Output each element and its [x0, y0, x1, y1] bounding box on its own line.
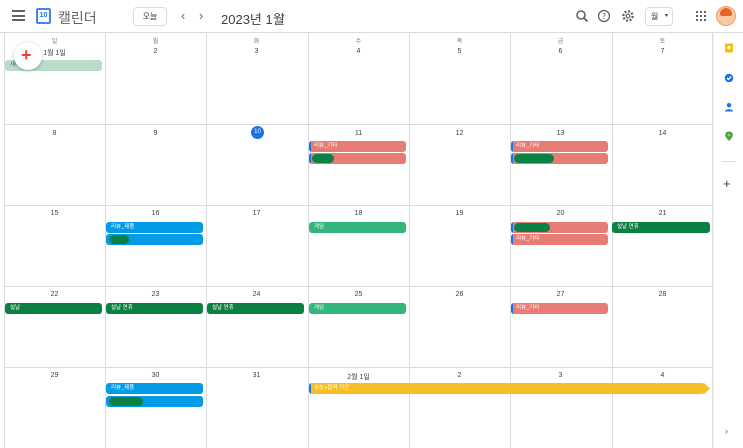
contacts-icon[interactable] — [724, 102, 734, 112]
grid-line — [4, 124, 713, 125]
side-divider — [722, 161, 736, 162]
day-number[interactable]: 3 — [510, 372, 611, 379]
event-chip[interactable]: 설날 연휴 — [207, 303, 304, 314]
weekday-mon: 월 — [152, 39, 159, 45]
app-name[interactable]: 캘린더 — [58, 8, 97, 28]
event-chip[interactable]: 리뷰_기타 — [511, 234, 608, 245]
event-chip-redacted[interactable] — [511, 222, 608, 233]
day-number[interactable]: 17 — [206, 210, 307, 217]
day-number[interactable]: 6 — [510, 48, 611, 55]
event-chip[interactable]: 설날 연휴 — [106, 303, 203, 314]
month-caret-icon[interactable]: ▾ — [281, 12, 285, 20]
event-chip[interactable]: 설날 — [5, 303, 102, 314]
grid-line — [4, 205, 713, 206]
get-addons-plus-icon[interactable]: + — [723, 176, 731, 191]
event-chip[interactable]: 리뷰_기타 — [309, 141, 406, 152]
create-event-button[interactable]: + — [14, 42, 42, 70]
event-chip-redacted[interactable] — [309, 153, 406, 164]
day-number[interactable]: 4 — [612, 372, 713, 379]
event-chip-redacted[interactable] — [106, 396, 203, 407]
day-number[interactable]: 23 — [105, 291, 206, 298]
event-continues-arrow-icon — [704, 383, 710, 394]
account-avatar[interactable] — [716, 6, 736, 26]
settings-gear-icon[interactable] — [621, 9, 635, 23]
side-panel: + › — [713, 33, 743, 448]
day-number[interactable]: 30 — [105, 372, 206, 379]
day-number[interactable]: 25 — [308, 291, 409, 298]
event-chip[interactable]: 수능+합격 기간 — [309, 383, 705, 394]
view-caret-icon: ▾ — [664, 13, 668, 19]
grid-line — [4, 286, 713, 287]
prev-month-chevron-icon[interactable]: ‹ — [181, 9, 185, 23]
weekday-tue: 화 — [253, 39, 260, 45]
current-month-title[interactable]: 2023년 1월 — [221, 9, 285, 28]
tasks-icon[interactable] — [724, 73, 734, 83]
top-app-bar: 10 캘린더 오늘 ‹ › 2023년 1월 ▾ ? 월 ▾ — [0, 0, 743, 33]
day-number[interactable]: 5 — [409, 48, 510, 55]
day-number[interactable]: 11 — [308, 130, 409, 137]
event-chip[interactable]: 리뷰_제품 — [106, 222, 203, 233]
day-number[interactable]: 4 — [308, 48, 409, 55]
svg-text:?: ? — [602, 12, 606, 21]
day-number[interactable]: 28 — [612, 291, 713, 298]
event-chip-redacted[interactable] — [106, 234, 203, 245]
event-chip[interactable]: 설날 연휴 — [612, 222, 710, 233]
day-number[interactable]: 26 — [409, 291, 510, 298]
event-chip[interactable]: 리뷰_제품 — [106, 383, 203, 394]
day-number[interactable]: 2 — [409, 372, 510, 379]
weekday-fri: 금 — [557, 39, 564, 45]
grid-line — [4, 367, 713, 368]
weekday-sat: 토 — [659, 39, 666, 45]
calendar-logo-icon[interactable]: 10 — [36, 8, 51, 24]
view-switcher[interactable]: 월 ▾ — [645, 7, 673, 26]
weekday-wed: 수 — [355, 39, 362, 45]
day-number[interactable]: 21 — [612, 210, 713, 217]
day-number[interactable]: 2월 1일 — [308, 372, 409, 382]
event-chip[interactable]: 리뷰_기타 — [511, 141, 608, 152]
day-number[interactable]: 9 — [105, 130, 206, 137]
maps-icon[interactable] — [724, 131, 734, 141]
today-indicator[interactable]: 10 — [251, 126, 264, 139]
view-label: 월 — [651, 12, 659, 21]
month-grid: 일 월 화 수 목 금 토 1월 1일 2 3 4 5 6 7 새해 8 9 1… — [4, 33, 713, 448]
day-number[interactable]: 20 — [510, 210, 611, 217]
event-chip[interactable]: 게임 — [309, 222, 406, 233]
event-chip[interactable]: 게임 — [309, 303, 406, 314]
keep-icon[interactable] — [724, 43, 734, 53]
google-apps-icon[interactable] — [696, 11, 706, 21]
day-number[interactable]: 8 — [4, 130, 105, 137]
day-number[interactable]: 18 — [308, 210, 409, 217]
logo-day: 10 — [38, 10, 49, 22]
day-number[interactable]: 14 — [612, 130, 713, 137]
day-number[interactable]: 16 — [105, 210, 206, 217]
grid-line — [4, 33, 5, 448]
day-number[interactable]: 2 — [105, 48, 206, 55]
search-icon[interactable] — [575, 9, 589, 23]
next-month-chevron-icon[interactable]: › — [199, 9, 203, 23]
today-button[interactable]: 오늘 — [133, 7, 167, 26]
day-number[interactable]: 29 — [4, 372, 105, 379]
collapse-side-panel-icon[interactable]: › — [725, 426, 728, 436]
day-number[interactable]: 31 — [206, 372, 307, 379]
day-number[interactable]: 7 — [612, 48, 713, 55]
day-number[interactable]: 19 — [409, 210, 510, 217]
day-number[interactable]: 22 — [4, 291, 105, 298]
day-number[interactable]: 24 — [206, 291, 307, 298]
main-menu-icon[interactable] — [12, 10, 25, 21]
grid-line — [206, 33, 207, 448]
weekday-thu: 목 — [456, 39, 463, 45]
plus-icon: + — [21, 45, 32, 65]
day-number[interactable]: 15 — [4, 210, 105, 217]
day-number[interactable]: 27 — [510, 291, 611, 298]
day-number[interactable]: 3 — [206, 48, 307, 55]
day-number[interactable]: 12 — [409, 130, 510, 137]
event-chip-redacted[interactable] — [511, 153, 608, 164]
event-chip[interactable]: 리뷰_기타 — [511, 303, 608, 314]
day-number[interactable]: 13 — [510, 130, 611, 137]
help-icon[interactable]: ? — [597, 9, 611, 23]
